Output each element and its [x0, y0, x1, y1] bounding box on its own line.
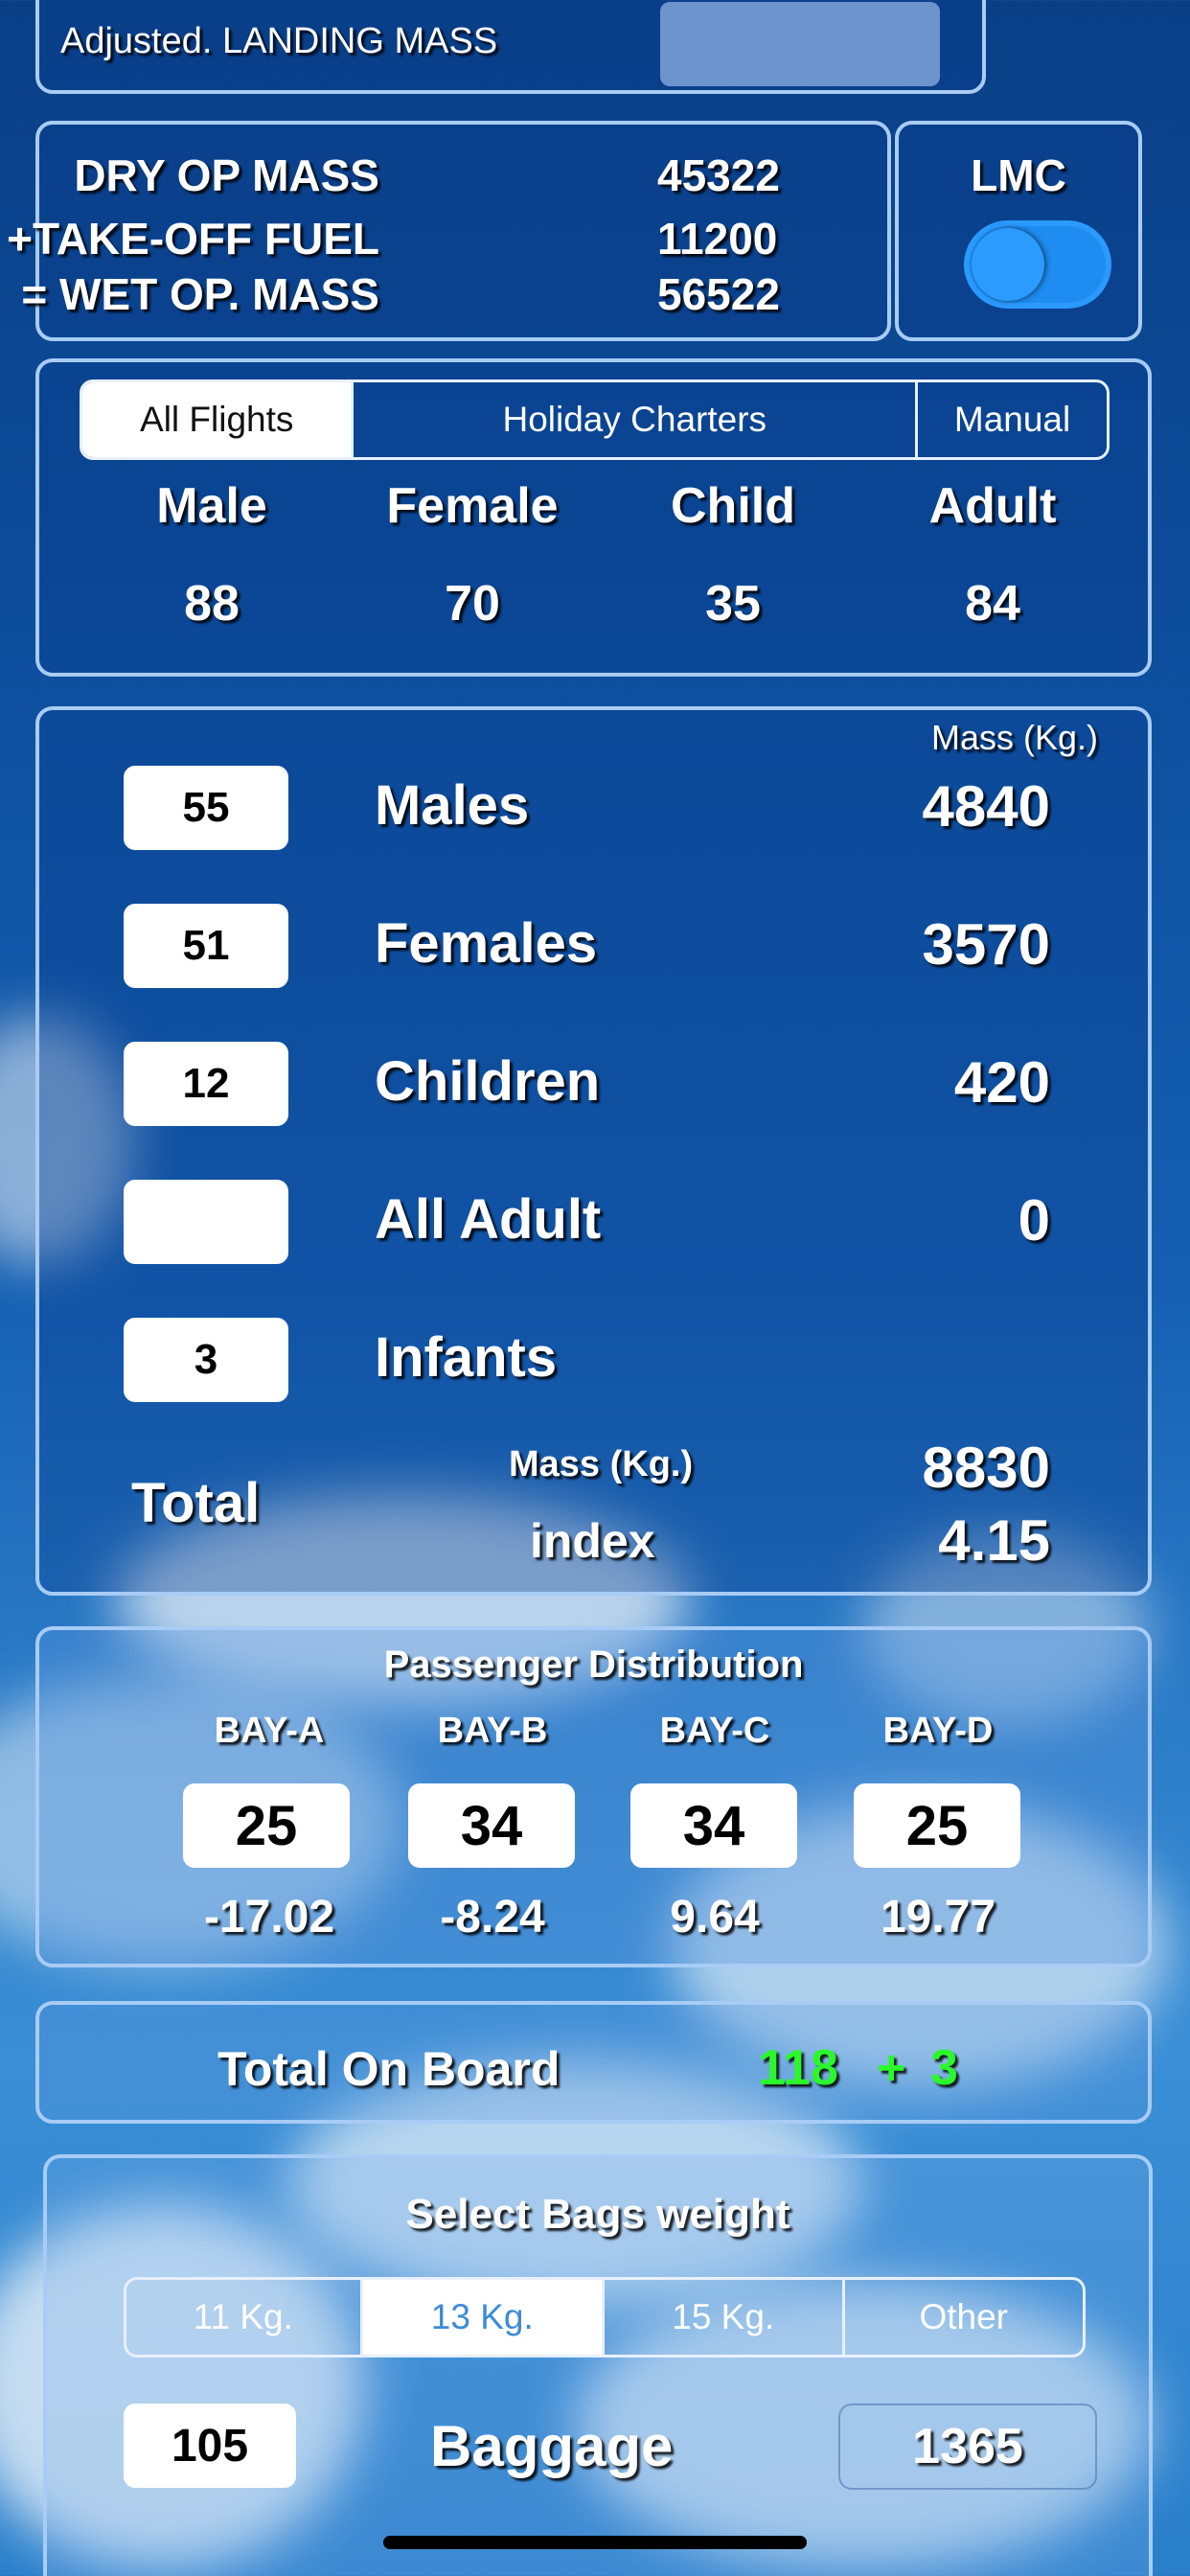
bay-b-index: -8.24 — [440, 1892, 545, 1943]
flight-type-segmented-control: All Flights Holiday Charters Manual — [80, 380, 1110, 460]
bay-b-label: BAY-B — [437, 1711, 548, 1751]
landing-mass-panel: Adjusted. LANDING MASS — [35, 0, 986, 94]
passenger-distribution-panel: Passenger Distribution BAY-A BAY-B BAY-C… — [35, 1626, 1152, 1967]
males-count-input[interactable]: 55 — [124, 766, 288, 850]
toggle-knob — [972, 228, 1044, 301]
bag-weight-segmented-control: 11 Kg. 13 Kg. 15 Kg. Other — [124, 2277, 1086, 2358]
total-label: Total — [131, 1472, 261, 1534]
index-value: 4.15 — [938, 1508, 1050, 1573]
landing-mass-label: Adjusted. LANDING MASS — [60, 21, 498, 61]
total-mass-label: Mass (Kg.) — [509, 1444, 694, 1484]
bay-c-input[interactable]: 34 — [630, 1783, 797, 1868]
baggage-count-input[interactable]: 105 — [124, 2404, 296, 2488]
takeoff-fuel-value: 11200 — [657, 214, 778, 264]
header-female: Female — [386, 478, 559, 534]
males-label: Males — [375, 774, 530, 837]
male-std-mass: 88 — [184, 576, 240, 632]
all-adult-mass: 0 — [1018, 1188, 1050, 1253]
distribution-title: Passenger Distribution — [383, 1644, 804, 1686]
children-count-input[interactable]: 12 — [124, 1042, 288, 1126]
bay-d-index: 19.77 — [880, 1892, 996, 1943]
index-label: index — [530, 1514, 655, 1568]
total-infants-count: 3 — [930, 2040, 958, 2096]
mass-unit-label: Mass (Kg.) — [930, 718, 1098, 757]
bay-c-index: 9.64 — [670, 1892, 760, 1943]
landing-mass-field[interactable] — [660, 2, 940, 86]
infants-count-input[interactable]: 3 — [124, 1318, 288, 1402]
baggage-label: Baggage — [430, 2414, 674, 2478]
header-adult: Adult — [928, 478, 1057, 534]
bay-d-input[interactable]: 25 — [854, 1783, 1020, 1868]
total-adults-count: 118 — [758, 2040, 838, 2096]
female-std-mass: 70 — [445, 576, 500, 632]
header-male: Male — [156, 478, 267, 534]
bag-option-other[interactable]: Other — [845, 2280, 1084, 2355]
total-on-board-panel: Total On Board 118 + 3 — [35, 2001, 1152, 2124]
baggage-mass-value: 1365 — [838, 2404, 1097, 2490]
dry-op-mass-value: 45322 — [657, 150, 780, 200]
passenger-panel: Mass (Kg.) 55 Males 4840 51 Females 3570… — [35, 706, 1152, 1596]
bay-a-index: -17.02 — [203, 1892, 335, 1943]
takeoff-fuel-label: +TAKE-OFF FUEL — [7, 214, 379, 264]
total-mass-value: 8830 — [922, 1436, 1050, 1500]
bags-panel: Select Bags weight 11 Kg. 13 Kg. 15 Kg. … — [43, 2154, 1153, 2576]
children-label: Children — [375, 1050, 601, 1113]
operating-mass-panel: DRY OP MASS 45322 +TAKE-OFF FUEL 11200 =… — [7, 121, 891, 341]
lmc-panel: LMC — [895, 121, 1142, 341]
females-count-input[interactable]: 51 — [124, 904, 288, 988]
all-adult-count-input[interactable] — [124, 1180, 288, 1264]
bay-b-input[interactable]: 34 — [408, 1783, 575, 1868]
bay-c-label: BAY-C — [659, 1711, 770, 1751]
tab-all-flights[interactable]: All Flights — [82, 382, 355, 457]
all-adult-label: All Adult — [375, 1188, 602, 1251]
females-mass: 3570 — [922, 912, 1050, 977]
bags-title: Select Bags weight — [405, 2191, 790, 2238]
total-on-board-label: Total On Board — [217, 2042, 561, 2096]
children-mass: 420 — [953, 1050, 1050, 1115]
bag-option-13kg[interactable]: 13 Kg. — [362, 2280, 605, 2355]
wet-op-mass-value: 56522 — [657, 269, 780, 319]
bag-option-11kg[interactable]: 11 Kg. — [126, 2280, 363, 2355]
bay-a-input[interactable]: 25 — [183, 1783, 350, 1868]
tab-manual[interactable]: Manual — [918, 382, 1107, 457]
infants-label: Infants — [375, 1326, 558, 1389]
bag-option-15kg[interactable]: 15 Kg. — [605, 2280, 845, 2355]
bay-a-label: BAY-A — [214, 1711, 325, 1751]
females-label: Females — [375, 912, 598, 975]
lmc-label: LMC — [971, 150, 1066, 200]
dry-op-mass-label: DRY OP MASS — [74, 150, 379, 200]
standard-mass-panel: All Flights Holiday Charters Manual Male… — [35, 358, 1152, 677]
plus-sign: + — [877, 2040, 906, 2096]
wet-op-mass-label: = WET OP. MASS — [21, 269, 379, 319]
tab-holiday-charters[interactable]: Holiday Charters — [354, 382, 919, 457]
bay-d-label: BAY-D — [882, 1711, 994, 1751]
males-mass: 4840 — [922, 774, 1050, 839]
adult-std-mass: 84 — [965, 576, 1020, 632]
lmc-toggle[interactable] — [964, 220, 1111, 309]
home-indicator[interactable] — [383, 2536, 807, 2549]
header-child: Child — [671, 478, 795, 534]
child-std-mass: 35 — [705, 576, 761, 632]
